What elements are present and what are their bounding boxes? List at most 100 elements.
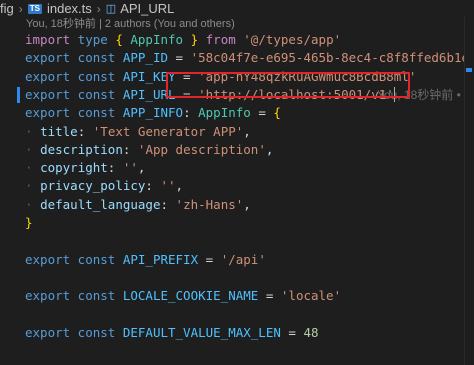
code-token: '58c04f7e-e695-465b-8ec4-c8f8ffed6b1e' — [190, 50, 474, 66]
code-token: LOCALE_COOKIE_NAME — [122, 288, 259, 304]
indent-whitespace: · — [25, 178, 33, 194]
code-token: from — [205, 32, 244, 47]
code-token: import — [25, 32, 71, 47]
chevron-right-icon: › — [96, 1, 101, 16]
change-marker — [466, 68, 472, 72]
code-token: 'Text Generator APP' — [92, 123, 244, 139]
code-token: '' — [160, 178, 176, 194]
indent-whitespace: · — [25, 123, 33, 139]
code-token: export — [25, 86, 71, 102]
code-token: export — [25, 50, 71, 66]
code-line[interactable] — [0, 232, 474, 250]
code-token: export — [25, 105, 71, 121]
code-token: : — [183, 105, 199, 121]
code-token: const — [70, 68, 123, 84]
code-token: copyright — [40, 160, 108, 176]
code-token: default_language — [40, 196, 161, 212]
code-line[interactable]: · title: 'Text Generator APP', — [0, 123, 474, 141]
code-token: , — [243, 196, 251, 212]
code-token: , — [175, 178, 184, 194]
code-token: { — [273, 105, 281, 121]
code-token: type — [70, 32, 108, 47]
code-line[interactable]: · description: 'App description', — [0, 141, 474, 159]
code-token: } — [25, 215, 33, 230]
code-line[interactable]: import type { AppInfo } from '@/types/ap… — [0, 31, 474, 49]
code-line[interactable]: export const DEFAULT_VALUE_MAX_LEN = 48 — [0, 324, 474, 342]
code-line[interactable] — [0, 269, 474, 287]
code-token: : — [77, 123, 93, 139]
code-token: : — [160, 196, 176, 212]
code-token: : — [145, 178, 161, 194]
code-text: export const API_PREFIX = '/api' — [25, 251, 266, 269]
chevron-right-icon: › — [18, 1, 23, 16]
code-token: , — [137, 160, 146, 176]
code-token: { — [107, 32, 131, 47]
code-token: const — [70, 50, 123, 66]
code-token: , — [265, 141, 274, 157]
code-token: = — [250, 105, 274, 121]
code-token: 48 — [303, 324, 319, 340]
code-line[interactable]: · copyright: '', — [0, 159, 474, 177]
code-token: APP_INFO — [122, 105, 184, 121]
breadcrumb-symbol[interactable]: ◫ API_URL — [106, 1, 175, 16]
code-token: = — [168, 50, 191, 66]
code-text: · description: 'App description', — [25, 141, 273, 159]
code-token: export — [25, 68, 71, 84]
code-token: , — [243, 123, 251, 139]
code-text: export const APP_INFO: AppInfo = { — [25, 104, 281, 122]
code-token: '' — [122, 160, 138, 176]
code-token: : — [107, 160, 123, 176]
variable-symbol-icon: ◫ — [105, 3, 117, 15]
code-token: '/api' — [220, 251, 266, 267]
code-token: 'App description' — [137, 141, 266, 157]
code-token: const — [70, 105, 123, 121]
indent-whitespace: · — [25, 160, 33, 176]
code-text: } — [25, 214, 33, 232]
code-line[interactable]: export const LOCALE_COOKIE_NAME = 'local… — [0, 287, 474, 305]
code-token: const — [70, 86, 123, 102]
code-line[interactable]: · default_language: 'zh-Hans', — [0, 196, 474, 214]
breadcrumb-file[interactable]: TS index.ts — [27, 1, 92, 16]
breadcrumb-folder-label: fig — [0, 1, 14, 16]
breadcrumb-folder[interactable]: fig — [0, 1, 14, 16]
codelens-blame-header[interactable]: You, 18秒钟前 | 2 authors (You and others) — [0, 17, 474, 31]
code-text: export const APP_ID = '58c04f7e-e695-465… — [25, 49, 474, 67]
code-text: · title: 'Text Generator APP', — [25, 123, 251, 141]
code-token: APP_ID — [122, 50, 168, 66]
breadcrumb: fig › TS index.ts › ◫ API_URL — [0, 0, 474, 17]
breadcrumb-file-label: index.ts — [46, 1, 92, 16]
code-token: const — [70, 288, 123, 304]
code-token: '@/types/app' — [243, 32, 342, 47]
typescript-file-icon: TS — [27, 3, 42, 14]
code-line[interactable]: export const APP_ID = '58c04f7e-e695-465… — [0, 49, 474, 67]
code-token: const — [70, 324, 123, 340]
annotation-highlight-box — [166, 72, 410, 98]
code-token: const — [70, 251, 123, 267]
breadcrumb-symbol-label: API_URL — [120, 1, 175, 16]
code-token: } — [183, 32, 206, 47]
code-text: export const DEFAULT_VALUE_MAX_LEN = 48 — [25, 324, 319, 342]
code-token: 'locale' — [280, 288, 342, 304]
code-text: export const LOCALE_COOKIE_NAME = 'local… — [25, 287, 341, 305]
overview-ruler[interactable] — [464, 17, 474, 365]
code-token: = — [258, 288, 281, 304]
code-token: privacy_policy — [40, 178, 146, 194]
code-line[interactable] — [0, 306, 474, 324]
code-token: export — [25, 288, 71, 304]
code-line[interactable]: · privacy_policy: '', — [0, 177, 474, 195]
code-line[interactable]: export const APP_INFO: AppInfo = { — [0, 104, 474, 122]
indent-whitespace: · — [25, 141, 33, 157]
code-token: title — [40, 123, 78, 139]
code-token: export — [25, 251, 71, 267]
code-token: = — [198, 251, 221, 267]
code-token: 'zh-Hans' — [175, 196, 244, 212]
code-token: description — [40, 141, 123, 157]
code-token: : — [122, 141, 138, 157]
code-token: export — [25, 324, 71, 340]
code-text: import type { AppInfo } from '@/types/ap… — [25, 31, 341, 49]
code-line[interactable]: } — [0, 214, 474, 232]
code-token: DEFAULT_VALUE_MAX_LEN — [122, 324, 281, 340]
code-line[interactable]: export const API_PREFIX = '/api' — [0, 251, 474, 269]
code-text: · default_language: 'zh-Hans', — [25, 196, 251, 214]
code-token: AppInfo — [198, 105, 251, 121]
